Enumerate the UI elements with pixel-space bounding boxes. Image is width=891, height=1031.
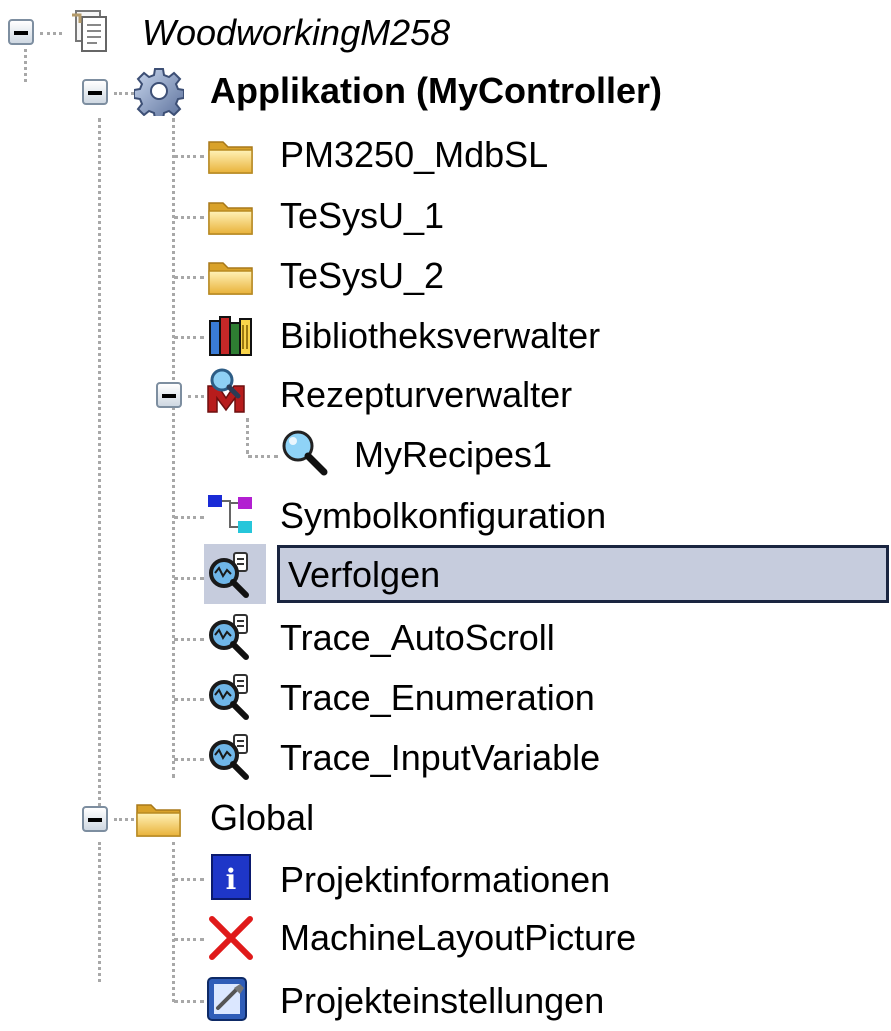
- tree-connector: [98, 842, 101, 982]
- tree-connector: [40, 32, 62, 35]
- trace-icon: [206, 733, 256, 783]
- tree-node-label: Trace_InputVariable: [280, 737, 601, 778]
- tree-node-label: Symbolkonfiguration: [280, 495, 607, 536]
- tree-connector: [174, 638, 204, 641]
- folder-icon: [206, 251, 256, 301]
- collapse-toggle-icon[interactable]: [8, 19, 34, 45]
- tree-connector: [174, 938, 204, 941]
- tree-node-label: MyRecipes1: [354, 434, 553, 475]
- svg-text:i: i: [226, 863, 237, 896]
- tree-connector: [248, 455, 278, 458]
- tree-node-label: Verfolgen: [288, 554, 441, 595]
- tree-connector: [172, 842, 175, 1002]
- collapse-toggle-icon[interactable]: [82, 79, 108, 105]
- tree-node-label: MachineLayoutPicture: [280, 917, 637, 958]
- folder-icon: [206, 130, 256, 180]
- project-settings-icon: [204, 974, 254, 1024]
- selected-label-box[interactable]: Verfolgen: [277, 545, 889, 603]
- tree-connector: [174, 516, 204, 519]
- tree-node-label: TeSysU_1: [280, 195, 445, 236]
- trace-icon: [206, 673, 256, 723]
- magnifier-icon: [280, 428, 330, 478]
- tree-connector: [98, 118, 101, 820]
- tree-connector: [174, 336, 204, 339]
- trace-icon: [206, 613, 256, 663]
- recipe-manager-icon: [204, 366, 254, 416]
- info-icon: i: [206, 853, 256, 903]
- collapse-toggle-icon[interactable]: [82, 806, 108, 832]
- folder-icon: [206, 191, 256, 241]
- tree-connector: [174, 1000, 204, 1003]
- tree-connector: [174, 698, 204, 701]
- tree-node-label: Rezepturverwalter: [280, 374, 573, 415]
- tree-node-label: PM3250_MdbSL: [280, 134, 549, 175]
- tree-node-label: Projekteinstellungen: [280, 980, 605, 1021]
- tree-node-label: Trace_Enumeration: [280, 677, 595, 718]
- tree-node-label: WoodworkingM258: [142, 12, 451, 53]
- tree-node-label: Projektinformationen: [280, 859, 611, 900]
- tree-connector: [174, 216, 204, 219]
- tree-node-label: Applikation (MyController): [210, 70, 662, 111]
- tree-node-label: Bibliotheksverwalter: [280, 315, 601, 356]
- tree-connector: [174, 758, 204, 761]
- gear-icon: [134, 66, 184, 116]
- tree-connector: [188, 395, 204, 398]
- tree-connector: [174, 577, 204, 580]
- trace-icon: [206, 551, 256, 601]
- project-document-icon: [62, 7, 112, 57]
- red-x-icon: [206, 913, 256, 963]
- tree-connector: [114, 818, 134, 821]
- collapse-toggle-icon[interactable]: [156, 382, 182, 408]
- library-books-icon: [206, 311, 256, 361]
- tree-connector: [174, 276, 204, 279]
- tree-node-label: Global: [210, 797, 315, 838]
- tree-connector: [174, 878, 204, 881]
- tree-connector: [114, 92, 134, 95]
- tree-node-label: TeSysU_2: [280, 255, 445, 296]
- tree-node-label: Trace_AutoScroll: [280, 617, 555, 658]
- folder-icon: [134, 793, 184, 843]
- tree-connector: [246, 418, 249, 454]
- tree-connector: [174, 155, 204, 158]
- symbol-configuration-icon: [206, 491, 256, 541]
- tree-connector: [24, 42, 27, 82]
